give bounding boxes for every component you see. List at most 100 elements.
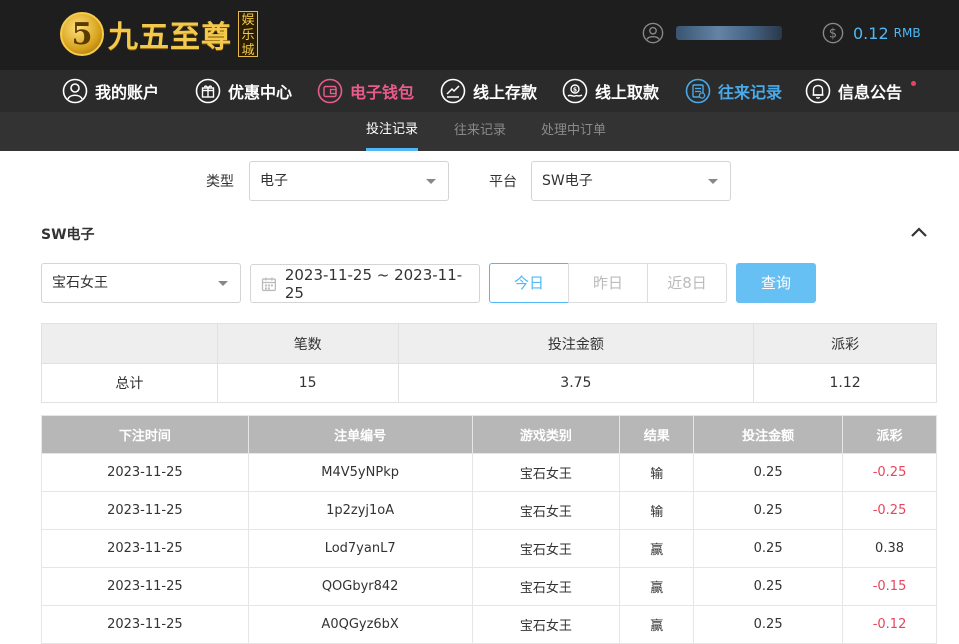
- result-cell: 赢: [619, 567, 695, 606]
- date-range-input[interactable]: 2023-11-25 ~ 2023-11-25: [250, 264, 480, 303]
- records-header-row: 下注时间 注单编号 游戏类别 结果 投注金额 派彩: [41, 415, 937, 454]
- game-select[interactable]: 宝石女王: [41, 263, 241, 303]
- payout-cell: -0.12: [842, 605, 937, 644]
- section-title: SW电子: [41, 227, 95, 243]
- summary-cell: 总计: [41, 363, 218, 403]
- bet-id-cell: Lod7yanL7: [247, 529, 473, 568]
- wallet-icon: [317, 78, 343, 104]
- nav-label: 线上取款: [595, 83, 660, 102]
- game-type-cell: 宝石女王: [471, 529, 621, 568]
- chevron-up-icon[interactable]: [909, 224, 929, 240]
- platform-select[interactable]: SW电子: [531, 161, 731, 201]
- records-header-cell: 注单编号: [247, 415, 473, 454]
- game-type-cell: 宝石女王: [471, 605, 621, 644]
- user-icon: [62, 78, 88, 104]
- brand-logo[interactable]: 5 九五至尊 娱乐城: [60, 6, 258, 62]
- bet-id-cell: M4V5yNPkp: [247, 453, 473, 492]
- nav-promotions[interactable]: 优惠中心: [195, 70, 292, 112]
- result-cell: 赢: [619, 605, 695, 644]
- user-account[interactable]: [642, 22, 782, 44]
- platform-label: 平台: [489, 174, 517, 190]
- nav-label: 我的账户: [95, 83, 160, 102]
- type-label: 类型: [206, 174, 234, 190]
- records-header-cell: 结果: [619, 415, 695, 454]
- notification-dot: [911, 81, 916, 86]
- nav-online-deposit[interactable]: 线上存款: [440, 70, 537, 112]
- logo-text: 九五至尊: [108, 20, 232, 55]
- nav-label: 线上存款: [473, 83, 538, 102]
- main-nav: 我的账户 优惠中心 电子钱包 线上存款 $ 线上取款 往来记录 信息公告: [0, 70, 959, 112]
- payout-cell: 0.38: [842, 529, 937, 568]
- balance-display[interactable]: $ 0.12 RMB: [822, 22, 921, 44]
- summary-header-cell: [41, 323, 218, 364]
- records-icon: [685, 78, 711, 104]
- nav-e-wallet[interactable]: 电子钱包: [317, 70, 414, 112]
- bet-time-cell: 2023-11-25: [41, 529, 249, 568]
- top-header: 5 九五至尊 娱乐城 $ 0.12 RMB: [0, 0, 959, 70]
- nav-label: 优惠中心: [228, 83, 293, 102]
- game-select-value: 宝石女王: [52, 275, 108, 291]
- nav-label: 信息公告: [838, 83, 903, 102]
- records-header-cell: 派彩: [842, 415, 937, 454]
- summary-cell: 3.75: [397, 363, 755, 403]
- balance-unit: RMB: [893, 26, 921, 40]
- table-row: 2023-11-25 1p2zyj1oA 宝石女王 输 0.25 -0.25: [41, 491, 937, 530]
- summary-header-cell: 投注金额: [397, 323, 755, 364]
- records-header-cell: 游戏类别: [471, 415, 621, 454]
- username-masked: [676, 26, 782, 40]
- sub-nav: 投注记录 往来记录 处理中订单: [0, 112, 959, 151]
- coin-icon: $: [822, 22, 844, 44]
- bet-id-cell: A0QGyz6bX: [247, 605, 473, 644]
- platform-select-value: SW电子: [542, 173, 593, 189]
- bell-icon: [805, 78, 831, 104]
- query-button[interactable]: 查询: [736, 263, 816, 303]
- table-row: 2023-11-25 M4V5yNPkp 宝石女王 输 0.25 -0.25: [41, 453, 937, 492]
- result-cell: 输: [619, 453, 695, 492]
- summary-cell: 1.12: [753, 363, 937, 403]
- summary-header-cell: 派彩: [753, 323, 937, 364]
- nav-label: 往来记录: [718, 83, 783, 102]
- range-yesterday-button[interactable]: 昨日: [568, 263, 648, 303]
- tab-bet-records[interactable]: 投注记录: [366, 112, 419, 151]
- calendar-icon: [261, 277, 276, 291]
- payout-cell: -0.25: [842, 453, 937, 492]
- table-row: 2023-11-25 QOGbyr842 宝石女王 赢 0.25 -0.15: [41, 567, 937, 606]
- bet-id-cell: QOGbyr842: [247, 567, 473, 606]
- bet-amount-cell: 0.25: [693, 529, 844, 568]
- tab-pending-orders[interactable]: 处理中订单: [541, 112, 606, 151]
- table-row: 2023-11-25 A0QGyz6bX 宝石女王 赢 0.25 -0.12: [41, 605, 937, 644]
- deposit-icon: [440, 78, 466, 104]
- nav-transaction-records[interactable]: 往来记录: [685, 70, 782, 112]
- date-range-value: 2023-11-25 ~ 2023-11-25: [284, 265, 463, 302]
- tab-transactions[interactable]: 往来记录: [454, 112, 506, 151]
- bet-amount-cell: 0.25: [693, 453, 844, 492]
- records-header-cell: 下注时间: [41, 415, 249, 454]
- bet-amount-cell: 0.25: [693, 605, 844, 644]
- table-row: 2023-11-25 Lod7yanL7 宝石女王 赢 0.25 0.38: [41, 529, 937, 568]
- nav-my-account[interactable]: 我的账户: [62, 70, 159, 112]
- withdraw-icon: $: [562, 78, 588, 104]
- avatar-icon: [642, 22, 664, 44]
- type-select[interactable]: 电子: [249, 161, 449, 201]
- summary-cell: 15: [216, 363, 399, 403]
- chevron-down-icon: [426, 179, 436, 184]
- payout-cell: -0.25: [842, 491, 937, 530]
- payout-cell: -0.15: [842, 567, 937, 606]
- result-cell: 输: [619, 491, 695, 530]
- summary-row: 总计 15 3.75 1.12: [41, 363, 937, 403]
- range-today-button[interactable]: 今日: [489, 263, 569, 303]
- bet-time-cell: 2023-11-25: [41, 567, 249, 606]
- records-header-cell: 投注金额: [693, 415, 844, 454]
- bet-time-cell: 2023-11-25: [41, 605, 249, 644]
- range-last8days-button[interactable]: 近8日: [647, 263, 727, 303]
- summary-table: 笔数 投注金额 派彩 总计 15 3.75 1.12: [41, 323, 937, 403]
- bet-amount-cell: 0.25: [693, 567, 844, 606]
- nav-online-withdraw[interactable]: $ 线上取款: [562, 70, 659, 112]
- gift-icon: [195, 78, 221, 104]
- result-cell: 赢: [619, 529, 695, 568]
- game-type-cell: 宝石女王: [471, 567, 621, 606]
- nav-announcements[interactable]: 信息公告: [805, 70, 902, 112]
- nav-label: 电子钱包: [350, 83, 415, 102]
- summary-header-cell: 笔数: [216, 323, 399, 364]
- logo-tag: 娱乐城: [238, 11, 258, 58]
